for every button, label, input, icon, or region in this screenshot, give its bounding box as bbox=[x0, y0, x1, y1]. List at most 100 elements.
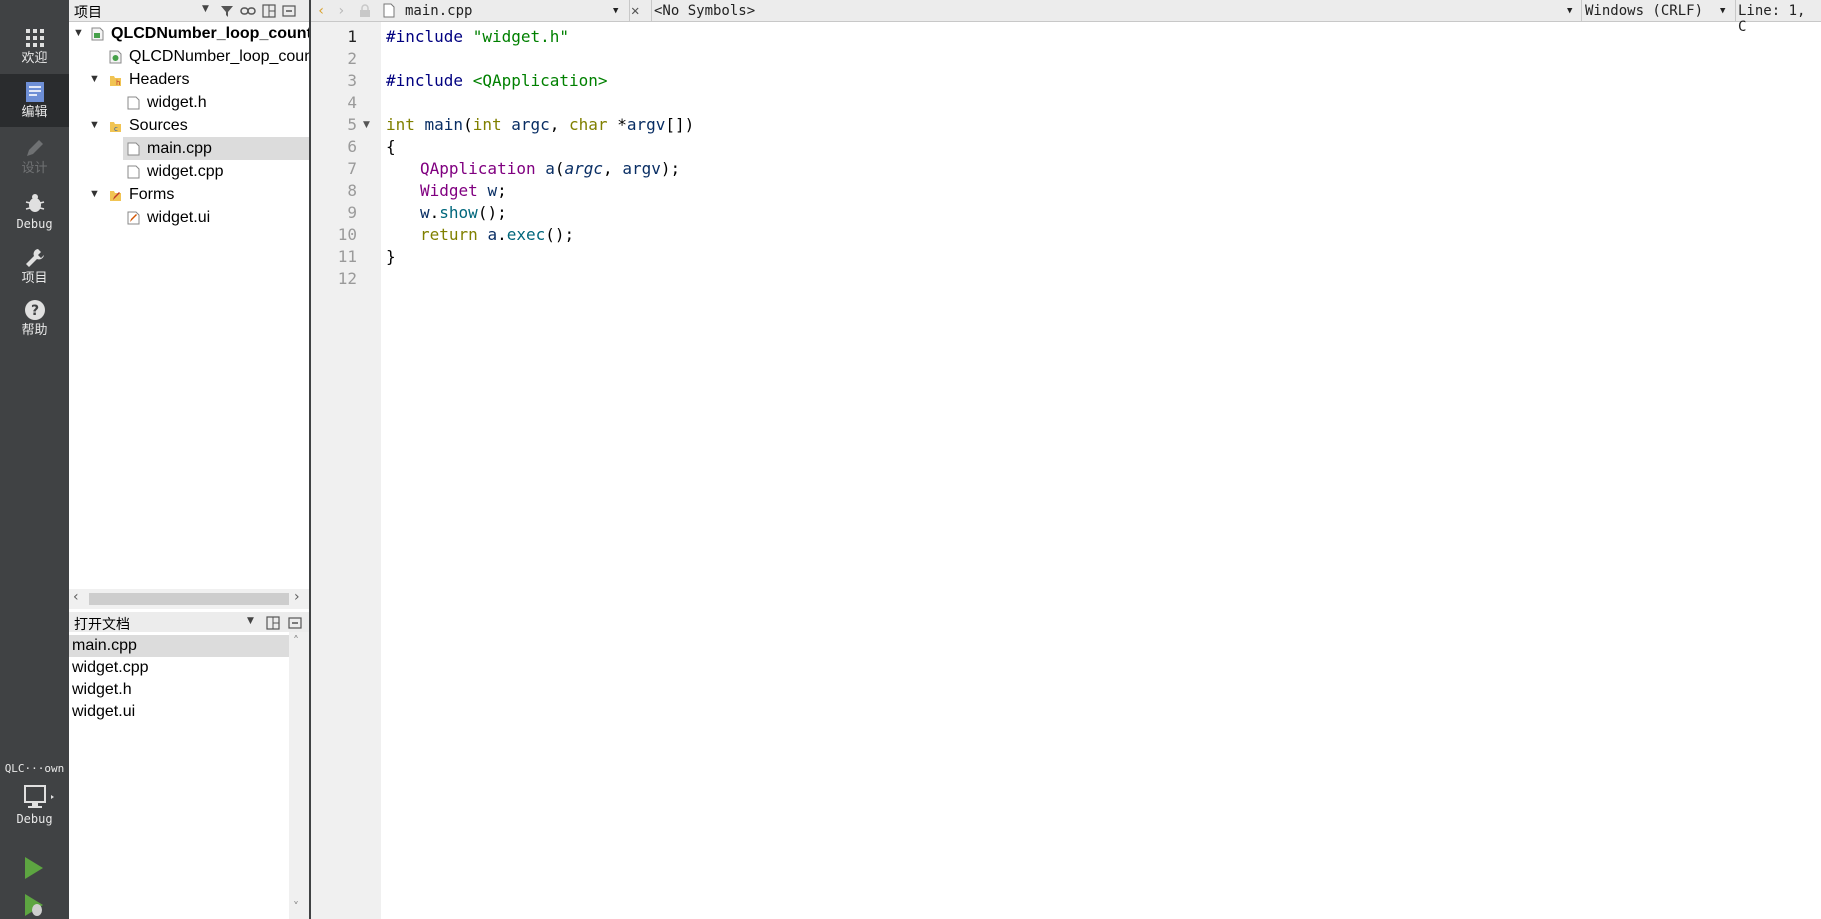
punctuation: , bbox=[549, 115, 570, 134]
tree-label: Headers bbox=[129, 71, 190, 88]
code-editor[interactable]: #include "widget.h" #include <QApplicati… bbox=[386, 22, 1821, 919]
tree-item-widget-cpp[interactable]: widget.cpp bbox=[69, 160, 309, 183]
current-file-name[interactable]: main.cpp bbox=[405, 3, 472, 19]
scrollbar-thumb[interactable] bbox=[89, 593, 289, 605]
line-number-gutter: 1 2 3 4 5 ▼ 6 7 8 9 10 11 12 bbox=[311, 22, 381, 919]
chevron-down-icon[interactable]: ▼ bbox=[613, 6, 618, 16]
tree-item-project[interactable]: ▼ QLCDNumber_loop_count bbox=[69, 22, 309, 45]
symbols-dropdown[interactable]: <No Symbols> bbox=[654, 3, 755, 19]
mode-design[interactable]: 设计 bbox=[0, 130, 69, 183]
parameter: argv bbox=[626, 115, 666, 134]
link-icon[interactable] bbox=[240, 3, 256, 19]
tree-item-forms[interactable]: ▼ Forms bbox=[69, 183, 309, 206]
headers-folder-icon: h bbox=[110, 76, 121, 87]
open-document-item[interactable]: main.cpp bbox=[69, 635, 289, 657]
type-name: Widget bbox=[420, 181, 488, 200]
debug-run-icon[interactable] bbox=[18, 890, 48, 919]
tree-label: widget.ui bbox=[147, 209, 211, 226]
chevron-down-icon[interactable]: ▼ bbox=[1567, 6, 1572, 16]
function-name: main bbox=[424, 115, 464, 134]
keyword: int bbox=[386, 115, 425, 134]
line-number: 8 bbox=[347, 181, 357, 200]
chevron-down-icon[interactable]: ▼ bbox=[89, 183, 101, 206]
separator bbox=[1735, 0, 1736, 22]
line-number: 1 bbox=[347, 27, 357, 46]
chevron-left-icon[interactable]: ‹ bbox=[73, 589, 79, 605]
chevron-down-icon[interactable]: ▼ bbox=[89, 114, 101, 137]
line-number: 6 bbox=[347, 137, 357, 156]
back-arrow-icon[interactable]: ‹ bbox=[317, 3, 325, 19]
separator bbox=[651, 0, 652, 22]
svg-text:?: ? bbox=[30, 303, 38, 319]
lock-icon[interactable] bbox=[359, 4, 371, 18]
chevron-down-icon[interactable]: ▼ bbox=[73, 22, 85, 45]
method-name: show bbox=[439, 203, 478, 222]
code-line: #include "widget.h" bbox=[386, 26, 569, 48]
run-icon[interactable] bbox=[18, 853, 48, 883]
tree-item-pro-file[interactable]: QLCDNumber_loop_count bbox=[69, 45, 309, 68]
file-icon bbox=[127, 142, 140, 156]
monitor-icon bbox=[23, 785, 54, 808]
separator bbox=[629, 0, 630, 22]
mode-projects[interactable]: 项目 bbox=[0, 240, 69, 293]
filter-icon[interactable] bbox=[219, 3, 235, 19]
mode-edit[interactable]: 编辑 bbox=[0, 74, 69, 127]
code-line: { bbox=[386, 137, 396, 156]
tree-item-widget-h[interactable]: widget.h bbox=[69, 91, 309, 114]
chevron-down-icon[interactable]: ▼ bbox=[202, 4, 214, 18]
keyword: int bbox=[472, 115, 512, 134]
mode-label: 帮助 bbox=[21, 323, 48, 338]
punctuation: . bbox=[497, 225, 507, 244]
mode-debug[interactable]: Debug bbox=[0, 185, 69, 238]
forward-arrow-icon[interactable]: › bbox=[337, 3, 345, 19]
grid-icon bbox=[25, 29, 44, 47]
close-panel-icon[interactable] bbox=[287, 615, 303, 631]
mode-label: 设计 bbox=[21, 161, 48, 176]
chevron-up-icon[interactable]: ˄ bbox=[293, 634, 299, 648]
method-name: exec bbox=[506, 225, 546, 244]
punctuation: , bbox=[603, 159, 623, 178]
type-name: QApplication bbox=[420, 159, 546, 178]
mode-help[interactable]: ? 帮助 bbox=[0, 292, 69, 345]
split-icon[interactable] bbox=[265, 615, 281, 631]
line-ending-dropdown[interactable]: Windows (CRLF) bbox=[1585, 3, 1703, 19]
open-document-item[interactable]: widget.cpp bbox=[69, 657, 289, 679]
tree-horizontal-scrollbar[interactable]: ‹ › bbox=[69, 589, 309, 609]
code-line: w.show(); bbox=[420, 202, 507, 224]
document-icon bbox=[383, 3, 395, 18]
open-documents-list: main.cpp widget.cpp widget.h widget.ui bbox=[69, 632, 289, 919]
line-number: 4 bbox=[347, 93, 357, 112]
line-number: 7 bbox=[347, 159, 357, 178]
line-number: 11 bbox=[337, 247, 357, 266]
project-icon bbox=[91, 27, 104, 41]
tree-item-sources[interactable]: ▼ c Sources bbox=[69, 114, 309, 137]
mode-welcome[interactable]: 欢迎 bbox=[0, 20, 69, 73]
mode-label: Debug bbox=[16, 217, 53, 231]
tree-item-main-cpp[interactable]: main.cpp bbox=[123, 137, 309, 160]
open-documents-scrollbar[interactable]: ˄ ˅ bbox=[289, 632, 309, 919]
close-icon[interactable]: ✕ bbox=[631, 3, 639, 19]
code-line: #include <QApplication> bbox=[386, 70, 608, 92]
chevron-right-icon[interactable]: › bbox=[294, 589, 300, 605]
tree-item-widget-ui[interactable]: widget.ui bbox=[69, 206, 309, 229]
kit-selector[interactable]: Debug bbox=[0, 782, 69, 834]
keyword: return bbox=[420, 225, 488, 244]
chevron-down-icon[interactable]: ▼ bbox=[89, 68, 101, 91]
open-document-item[interactable]: widget.h bbox=[69, 679, 289, 701]
chevron-down-icon[interactable]: ▼ bbox=[247, 616, 259, 630]
mode-bar: 欢迎 编辑 设计 Debug 项目 ? 帮助 QLC···own Debug bbox=[0, 0, 69, 919]
chevron-down-icon[interactable]: ˅ bbox=[293, 900, 299, 914]
parameter: argc bbox=[564, 159, 604, 178]
sources-folder-icon: c bbox=[110, 122, 121, 133]
split-icon[interactable] bbox=[261, 3, 277, 19]
chevron-down-icon[interactable]: ▼ bbox=[1720, 6, 1725, 16]
tree-item-headers[interactable]: ▼ h Headers bbox=[69, 68, 309, 91]
preprocessor-directive: #include bbox=[386, 27, 473, 46]
open-document-item[interactable]: widget.ui bbox=[69, 701, 289, 723]
separator bbox=[1581, 0, 1582, 22]
close-panel-icon[interactable] bbox=[281, 3, 297, 19]
fold-marker-icon[interactable]: ▼ bbox=[363, 120, 370, 130]
forms-folder-icon bbox=[110, 191, 121, 201]
open-documents-header: 打开文档 ▼ bbox=[69, 612, 309, 634]
svg-text:h: h bbox=[116, 79, 120, 87]
